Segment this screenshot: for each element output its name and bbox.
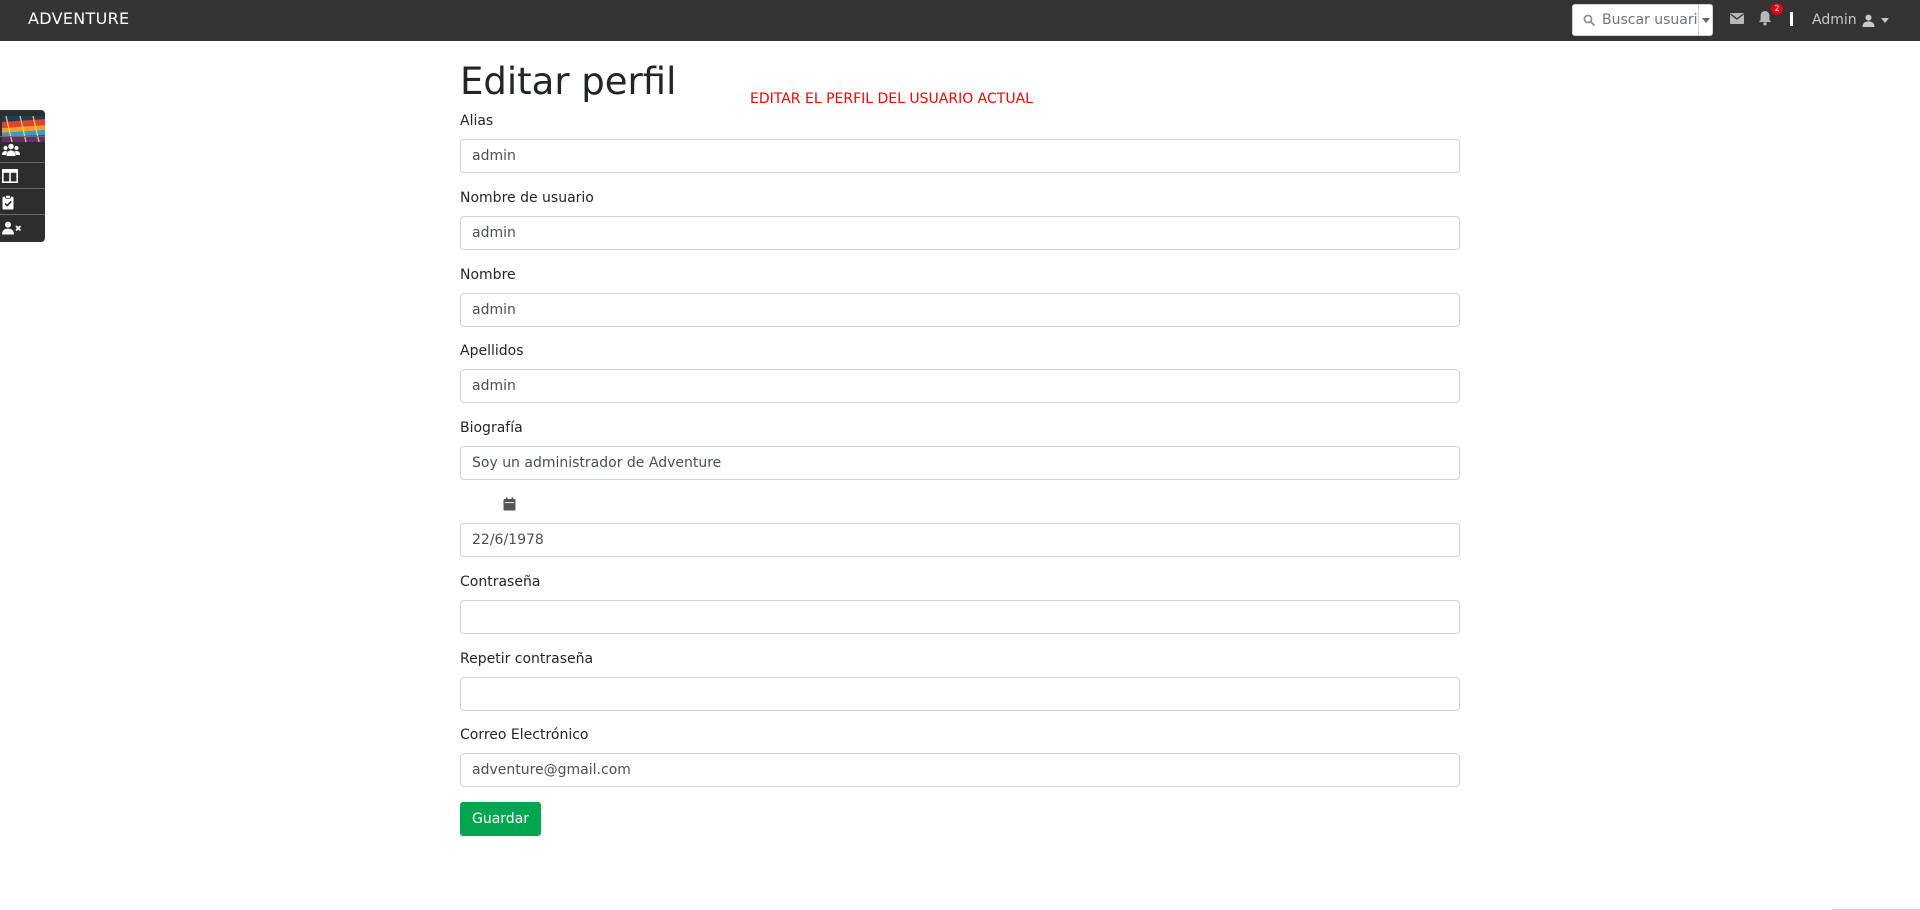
last-name-label: Apellidos [460, 343, 524, 359]
first-name-input[interactable] [460, 293, 1460, 327]
password-repeat-input[interactable] [460, 677, 1460, 711]
last-name-input[interactable] [460, 369, 1460, 403]
side-menu [0, 110, 45, 242]
brand-link[interactable]: ADVENTURE [28, 9, 129, 28]
page-title: Editar perfil [460, 60, 677, 103]
user-search-group [1572, 4, 1713, 36]
search-input[interactable] [1599, 5, 1701, 35]
first-name-label: Nombre [460, 267, 516, 283]
side-menu-remove-user[interactable] [0, 214, 45, 240]
mail-icon[interactable] [1730, 13, 1744, 24]
columns-icon [2, 169, 18, 183]
side-menu-users[interactable] [0, 136, 45, 162]
bio-label: Biografía [460, 420, 523, 436]
side-menu-avatar[interactable] [0, 110, 45, 142]
bio-input[interactable] [460, 446, 1460, 480]
caret-down-icon [1880, 17, 1889, 23]
caret-down-icon [1702, 18, 1710, 23]
password-label: Contraseña [460, 574, 541, 590]
user-name: Admin [1812, 12, 1857, 28]
alias-label: Alias [460, 113, 494, 129]
calendar-icon[interactable] [503, 497, 516, 511]
clipboard-check-icon [2, 195, 14, 210]
bell-icon[interactable] [1758, 10, 1772, 26]
email-label: Correo Electrónico [460, 727, 589, 743]
email-input[interactable] [460, 753, 1460, 787]
password-repeat-label: Repetir contraseña [460, 651, 594, 667]
username-input[interactable] [460, 216, 1460, 250]
user-times-icon [2, 221, 22, 235]
search-dropdown-button[interactable] [1698, 5, 1712, 35]
side-menu-columns[interactable] [0, 162, 45, 188]
page-description: EDITAR EL PERFIL DEL USUARIO ACTUAL [750, 91, 1033, 107]
save-button[interactable]: Guardar [460, 802, 542, 836]
notification-count-badge: 2 [1771, 3, 1783, 15]
alias-input[interactable] [460, 139, 1460, 173]
username-label: Nombre de usuario [460, 190, 594, 206]
navbar-divider [1790, 12, 1793, 26]
user-menu-dropdown[interactable]: Admin [1812, 11, 1889, 29]
search-icon [1583, 14, 1595, 26]
users-icon [2, 143, 20, 156]
user-icon [1862, 14, 1875, 27]
password-input[interactable] [460, 600, 1460, 634]
birthdate-input[interactable] [460, 523, 1460, 557]
top-navbar: ADVENTURE 2 Admin [0, 0, 1920, 41]
side-menu-clipboard[interactable] [0, 188, 45, 214]
